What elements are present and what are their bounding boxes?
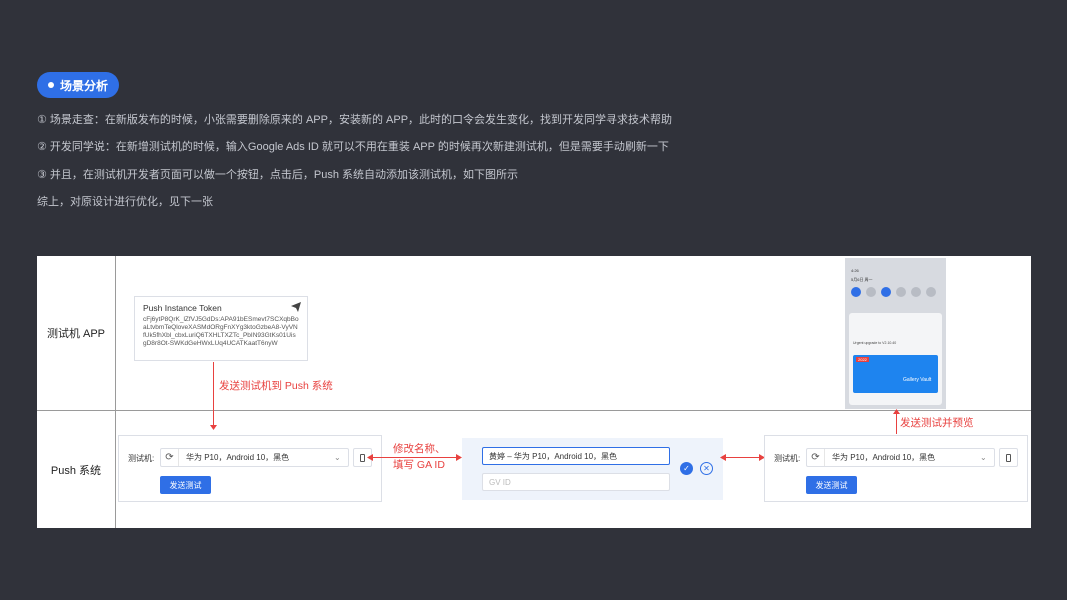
gaid-input[interactable]: GV ID — [482, 473, 670, 491]
banner-app-name: Gallery Vault — [903, 377, 932, 383]
chevron-down-icon: ⌄ — [334, 453, 341, 462]
confirm-check-icon[interactable]: ✓ — [680, 462, 693, 475]
refresh-icon[interactable]: ⟳ — [807, 449, 825, 466]
edit-device-panel: 黄婷 – 华为 P10，Android 10，黑色 GV ID ✓ ✕ — [462, 438, 723, 500]
token-title: Push Instance Token — [143, 303, 222, 313]
phone-status-time: 4:26 — [851, 268, 859, 273]
desc-line-3: ③ 并且，在测试机开发者页面可以做一个按钮，点击后，Push 系统自动添加该测试… — [37, 169, 519, 181]
desc-line-2: ② 开发同学说：在新增测试机的时候，输入Google Ads ID 就可以不用在… — [37, 141, 669, 153]
send-test-button[interactable]: 发送测试 — [160, 476, 211, 494]
chevron-down-icon: ⌄ — [980, 453, 987, 462]
arrow-down-line — [213, 362, 214, 428]
token-value: cFj6ytP8QrK_lZfVJ5GdDs:APA91bESmevt7SCXq… — [143, 316, 299, 347]
annotation-send-to-push: 发送测试机到 Push 系统 — [219, 380, 333, 392]
wifi-icon — [851, 287, 861, 297]
device-select[interactable]: ⟳ 华为 P10，Android 10，黑色 ⌄ — [160, 448, 349, 467]
arrow-left-head-icon-2 — [720, 454, 726, 461]
send-icon[interactable] — [291, 302, 301, 312]
device-label-right: 测试机: — [774, 454, 801, 463]
screen-icon — [896, 287, 906, 297]
device-label: 测试机: — [128, 454, 155, 463]
test-device-card-left: 测试机: ⟳ 华为 P10，Android 10，黑色 ⌄ 发送测试 — [118, 435, 382, 502]
push-token-card: Push Instance Token cFj6ytP8QrK_lZfVJ5Gd… — [134, 296, 308, 361]
arrow-left-head-icon — [367, 454, 373, 461]
device-select-value-right: 华为 P10，Android 10，黑色 — [832, 453, 936, 462]
bullet-dot-icon — [48, 82, 54, 88]
row-label-push: Push 系统 — [50, 464, 102, 477]
section-pill: 场景分析 — [37, 72, 120, 98]
phone-button-right[interactable] — [999, 448, 1018, 467]
desc-line-1: ① 场景走查：在新版发布的时候，小张需要删除原来的 APP，安装新的 APP，此… — [37, 114, 673, 126]
cancel-close-icon[interactable]: ✕ — [700, 462, 713, 475]
annotation-edit-name-1: 修改名称、 — [393, 443, 446, 455]
annotation-edit-name-2: 填写 GA ID — [393, 459, 445, 471]
row-label-app: 测试机 APP — [46, 328, 106, 340]
notif-title: Urgent upgrade to V2.10.40 — [853, 341, 897, 345]
add-icon — [911, 287, 921, 297]
more-icon — [926, 287, 936, 297]
arrow-up-head-icon — [893, 409, 900, 414]
device-name-input[interactable]: 黄婷 – 华为 P10，Android 10，黑色 — [482, 447, 670, 465]
arrow-down-head-icon — [210, 425, 217, 430]
column-divider — [115, 256, 116, 528]
desc-line-4: 综上，对原设计进行优化，见下一张 — [37, 196, 213, 208]
device-select-right[interactable]: ⟳ 华为 P10，Android 10，黑色 ⌄ — [806, 448, 995, 467]
test-device-card-right: 测试机: ⟳ 华为 P10，Android 10，黑色 ⌄ 发送测试 — [764, 435, 1028, 502]
phone-icon — [1006, 453, 1011, 462]
quick-settings — [851, 287, 936, 297]
annotation-send-preview: 发送测试并预览 — [900, 417, 974, 429]
phone-date: 5月6日 周一 — [851, 277, 873, 282]
arrow-up-line — [896, 412, 897, 434]
phone-icon — [360, 453, 365, 462]
bluetooth-icon — [881, 287, 891, 297]
arrow-right-line-2 — [723, 457, 761, 458]
refresh-icon[interactable]: ⟳ — [161, 449, 179, 466]
sound-icon — [866, 287, 876, 297]
phone-preview: 4:26 5月6日 周一 Urgent upgrade to V2.10.40 … — [845, 258, 946, 409]
device-select-value: 华为 P10，Android 10，黑色 — [186, 453, 290, 462]
flow-board: 测试机 APP Push 系统 Push Instance Token cFj6… — [37, 256, 1031, 528]
notif-banner-image: 2022 Gallery Vault — [853, 355, 938, 393]
row-divider — [37, 410, 1031, 411]
send-test-button-right[interactable]: 发送测试 — [806, 476, 857, 494]
banner-year: 2022 — [856, 357, 869, 362]
push-notification: Urgent upgrade to V2.10.40 2022 Gallery … — [849, 313, 942, 405]
section-title: 场景分析 — [60, 78, 109, 93]
